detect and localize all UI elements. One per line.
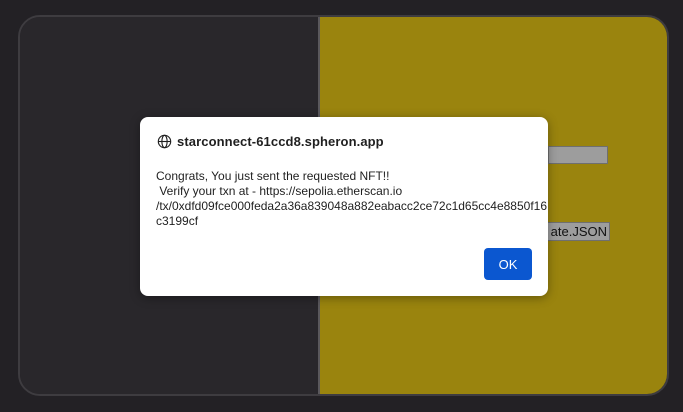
text-input[interactable]	[548, 146, 608, 164]
alert-dialog: starconnect-61ccd8.spheron.app Congrats,…	[140, 117, 548, 296]
dialog-message: Congrats, You just sent the requested NF…	[156, 169, 548, 229]
ok-button[interactable]: OK	[484, 248, 532, 280]
message-line: Congrats, You just sent the requested NF…	[156, 169, 390, 183]
globe-icon	[157, 134, 172, 149]
dialog-origin: starconnect-61ccd8.spheron.app	[177, 134, 384, 149]
message-line: Verify your txn at - https://sepolia.eth…	[156, 184, 403, 198]
message-line: /tx/0xdfd09fce000feda2a36a839048a882eaba…	[156, 199, 548, 213]
message-line: c3199cf	[156, 214, 199, 228]
dialog-header: starconnect-61ccd8.spheron.app	[157, 134, 384, 149]
